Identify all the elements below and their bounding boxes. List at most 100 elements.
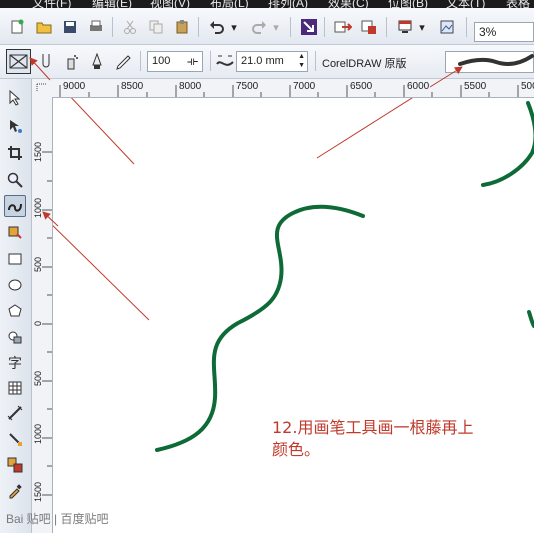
menu-view[interactable]: 视图(V) — [150, 0, 190, 8]
drawing-canvas[interactable] — [53, 98, 534, 533]
horizontal-ruler[interactable]: 9000 8500 8000 7500 7000 6500 6000 5500 … — [52, 79, 534, 98]
ruler-label: 6000 — [407, 81, 430, 92]
import-icon[interactable] — [298, 16, 320, 38]
save-icon[interactable] — [59, 16, 81, 38]
menu-edit[interactable]: 编辑(E) — [92, 0, 132, 8]
menu-bar: 文件(F) 编辑(E) 视图(V) 布局(L) 排列(A) 效果(C) 位图(B… — [0, 0, 534, 8]
annotation-arrow — [53, 225, 150, 321]
toolbar-separator — [315, 51, 316, 71]
toolbar-separator — [466, 17, 467, 37]
ellipse-tool-icon[interactable] — [4, 274, 26, 296]
ruler-label: 1500 — [33, 141, 43, 162]
publish-icon[interactable] — [358, 16, 380, 38]
standard-toolbar: ▾ ▾ ▾ 3% — [0, 8, 534, 45]
polygon-tool-icon[interactable] — [4, 300, 26, 322]
ruler-label: 9000 — [63, 81, 86, 92]
baidu-tieba-watermark: Bai 贴吧 | 百度贴吧 — [6, 512, 109, 526]
brush-mode-icon[interactable] — [35, 51, 57, 73]
export-icon[interactable] — [332, 16, 354, 38]
toolbox: 字 — [0, 79, 32, 533]
toolbar-separator — [210, 51, 211, 71]
ruler-label: 7500 — [236, 81, 259, 92]
welcome-screen-icon[interactable] — [436, 16, 458, 38]
basic-shapes-tool-icon[interactable] — [4, 326, 26, 348]
preset-mode-button[interactable] — [6, 49, 31, 74]
menu-text[interactable]: 文本(T) — [446, 0, 485, 8]
toolbar-separator — [198, 17, 199, 37]
copy-icon[interactable] — [145, 16, 167, 38]
open-icon[interactable] — [33, 16, 55, 38]
menu-table[interactable]: 表格 — [506, 0, 530, 8]
menu-effects[interactable]: 效果(C) — [328, 0, 369, 8]
calligraphic-mode-icon[interactable] — [86, 51, 108, 73]
shape-tool-icon[interactable] — [4, 115, 26, 137]
menu-layout[interactable]: 布局(L) — [210, 0, 249, 8]
ruler-label: 6500 — [350, 81, 373, 92]
menu-arrange[interactable]: 排列(A) — [268, 0, 308, 8]
ruler-label: 8000 — [179, 81, 202, 92]
menu-bitmaps[interactable]: 位图(B) — [388, 0, 428, 8]
vine-stroke — [155, 204, 365, 452]
pick-tool-icon[interactable] — [4, 87, 26, 109]
stroke-width-input[interactable]: 21.0 mm ▲ ▼ — [236, 51, 308, 72]
connector-tool-icon[interactable] — [4, 428, 26, 450]
sprayer-mode-icon[interactable] — [60, 51, 82, 73]
artistic-media-tool-icon[interactable] — [4, 195, 26, 217]
ruler-label: 500 — [521, 81, 534, 92]
undo-icon[interactable] — [206, 16, 228, 38]
stroke-width-icon — [214, 51, 236, 73]
rectangle-tool-icon[interactable] — [4, 248, 26, 270]
toolbar-separator — [386, 17, 387, 37]
eyedropper-tool-icon[interactable] — [4, 480, 26, 502]
interactive-effects-tool-icon[interactable] — [4, 454, 26, 476]
caption-line: 颜色。 — [272, 440, 321, 459]
ruler-label: 1500 — [33, 481, 43, 502]
menu-file[interactable]: 文件(F) — [32, 0, 71, 8]
freehand-smoothing-input[interactable]: 100 ⟛ — [147, 51, 203, 72]
table-tool-icon[interactable] — [4, 377, 26, 399]
toolbar-separator — [112, 17, 113, 37]
ruler-label: 1000 — [33, 197, 43, 218]
ruler-label: 1000 — [33, 423, 43, 444]
zoom-tool-icon[interactable] — [4, 169, 26, 191]
smoothing-value: 100 — [152, 55, 171, 67]
zoom-level-input[interactable]: 3% — [474, 22, 534, 42]
smart-fill-tool-icon[interactable] — [4, 221, 26, 243]
redo-icon[interactable] — [248, 16, 270, 38]
smoothing-slider-icon[interactable]: ⟛ — [187, 54, 198, 69]
property-bar: 100 ⟛ 21.0 mm ▲ ▼ CorelDRAW 原版 — [0, 45, 534, 79]
ruler-label: 500 — [33, 370, 43, 386]
redo-dropdown-icon[interactable]: ▾ — [270, 16, 282, 38]
pressure-mode-icon[interactable] — [112, 51, 134, 73]
text-tool-icon[interactable]: 字 — [4, 352, 26, 374]
caption-line: 12.用画笔工具画一根藤再上 — [272, 418, 474, 437]
ruler-label: 7000 — [293, 81, 316, 92]
cut-icon[interactable] — [119, 16, 141, 38]
ruler-label: 500 — [33, 256, 43, 272]
stroke-width-value: 21.0 mm — [241, 55, 284, 67]
toolbar-separator — [140, 51, 141, 71]
dimension-tool-icon[interactable] — [4, 402, 26, 424]
launcher-dropdown-icon[interactable]: ▾ — [416, 16, 428, 38]
ruler-label: 8500 — [121, 81, 144, 92]
annotation-arrow — [70, 98, 135, 165]
vine-stroke-partial — [481, 101, 534, 187]
tutorial-caption: 12.用画笔工具画一根藤再上 颜色。 — [272, 417, 534, 461]
stroke-style-label: CorelDRAW 原版 — [322, 58, 407, 70]
paste-icon[interactable] — [171, 16, 193, 38]
stroke-style-dropdown[interactable] — [445, 51, 534, 73]
ruler-label: 5500 — [464, 81, 487, 92]
application-launcher-icon[interactable] — [394, 16, 416, 38]
toolbar-separator — [324, 17, 325, 37]
toolbar-separator — [290, 17, 291, 37]
ruler-label: 0 — [33, 320, 43, 326]
undo-dropdown-icon[interactable]: ▾ — [228, 16, 240, 38]
ruler-origin-corner[interactable] — [32, 79, 53, 98]
vertical-ruler[interactable] — [32, 97, 53, 533]
new-document-icon[interactable] — [6, 16, 28, 38]
stroke-width-spinner-icon[interactable]: ▲ ▼ — [298, 52, 305, 70]
annotation-arrow — [316, 98, 413, 159]
vine-stroke-partial — [527, 310, 534, 328]
print-icon[interactable] — [85, 16, 107, 38]
crop-tool-icon[interactable] — [4, 142, 26, 164]
